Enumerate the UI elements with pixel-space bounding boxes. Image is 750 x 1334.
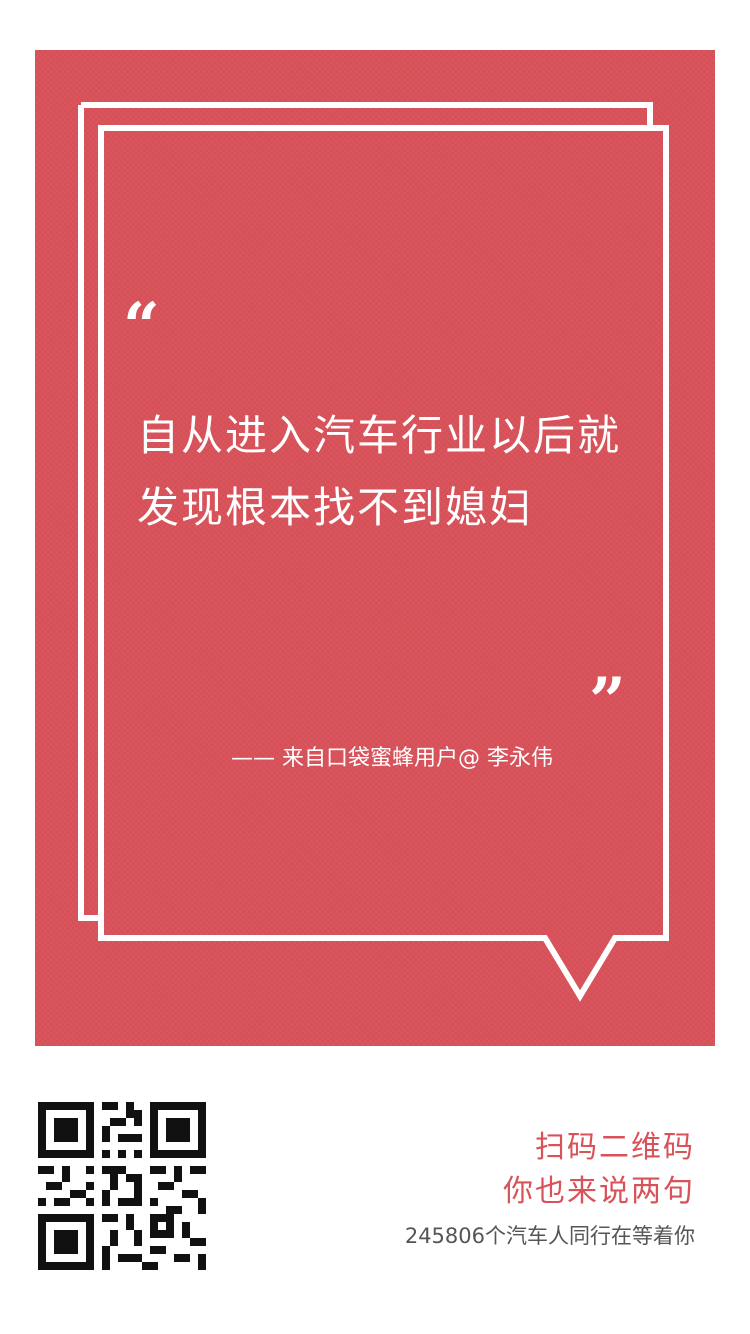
cta-scan-label: 扫码二维码 — [535, 1130, 695, 1165]
quote-line-2: 发现根本找不到媳妇 — [137, 483, 534, 532]
cta-peer-count: 245806个汽车人同行在等着你 — [404, 1224, 695, 1248]
quote-poster: “ 自从进入汽车行业以后就 发现根本找不到媳妇 ” —— 来自口袋蜜蜂用户@ 李… — [35, 50, 715, 1046]
qr-code-icon[interactable] — [38, 1102, 206, 1270]
quote-line-1: 自从进入汽车行业以后就 — [137, 411, 622, 460]
speech-bubble-frame — [78, 102, 669, 1002]
open-quote-mark: “ — [123, 289, 160, 364]
quote-attribution: —— 来自口袋蜜蜂用户@ 李永伟 — [231, 746, 553, 771]
call-to-action: 扫码二维码 你也来说两句 245806个汽车人同行在等着你 — [405, 1126, 695, 1252]
close-quote-mark: ” — [589, 664, 626, 739]
quote-text: 自从进入汽车行业以后就 发现根本找不到媳妇 — [137, 400, 677, 544]
speech-bubble — [98, 125, 669, 1002]
cta-say-label: 你也来说两句 — [503, 1174, 695, 1209]
